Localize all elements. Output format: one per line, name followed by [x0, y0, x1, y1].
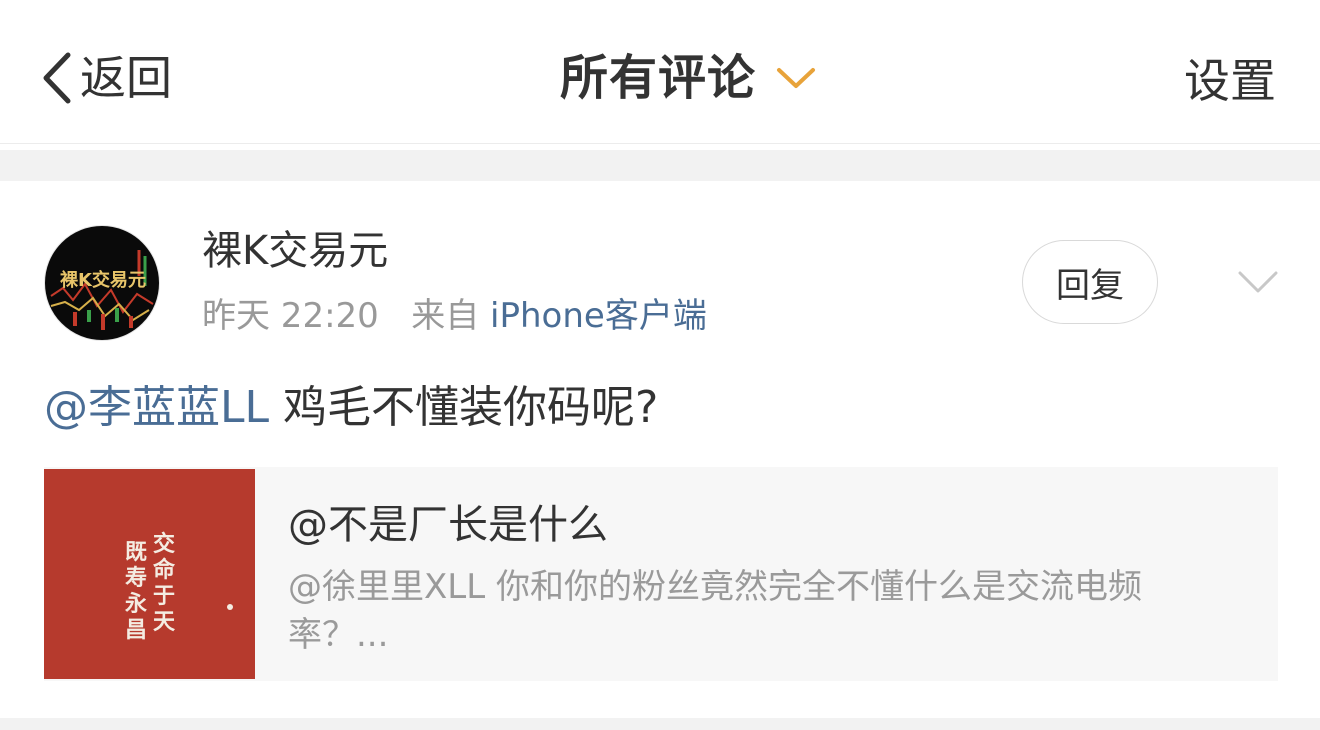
mention-link[interactable]: @李蓝蓝LL — [44, 382, 269, 433]
username[interactable]: 裸K交易元 — [202, 231, 388, 271]
timestamp: 昨天 22:20 — [202, 296, 379, 336]
section-divider — [0, 718, 1320, 730]
source-prefix: 来自 — [411, 296, 480, 336]
avatar[interactable]: 裸K交易元 — [44, 225, 160, 341]
avatar-logo-text: 裸K交易元 — [60, 270, 146, 291]
quoted-post-text: @徐里里XLL 你和你的粉丝竟然完全不懂什么是交流电频率？... — [288, 567, 1142, 655]
quoted-post-thumbnail: 交命于天 既寿永昌 — [44, 469, 255, 679]
back-button[interactable]: 返回 — [40, 48, 172, 108]
back-label: 返回 — [80, 51, 172, 105]
settings-button[interactable]: 设置 — [1184, 48, 1276, 108]
chevron-down-icon[interactable] — [1236, 267, 1280, 297]
comment-meta: 昨天 22:20 来自 iPhone客户端 — [202, 299, 707, 333]
comment-body: 鸡毛不懂装你码呢? — [269, 382, 659, 433]
seal-dot-icon — [227, 604, 233, 610]
page-title: 所有评论 — [560, 50, 757, 106]
comment-filter-dropdown[interactable]: 所有评论 — [560, 48, 816, 108]
reply-button[interactable]: 回复 — [1022, 240, 1158, 324]
comment-text: @李蓝蓝LL 鸡毛不懂装你码呢? — [44, 386, 658, 430]
quoted-post[interactable]: 交命于天 既寿永昌 @不是厂长是什么 @徐里里XLL 你和你的粉丝竟然完全不懂什… — [44, 467, 1278, 681]
thumbnail-calligraphy-2: 既寿永昌 — [124, 539, 147, 643]
thumbnail-calligraphy-1: 交命于天 — [152, 531, 175, 635]
quoted-post-author: @不是厂长是什么 — [288, 502, 608, 548]
chevron-left-icon — [43, 52, 71, 104]
comment-card: 裸K交易元 裸K交易元 昨天 22:20 来自 iPhone客户端 回复 @李蓝… — [0, 181, 1320, 718]
section-divider — [0, 150, 1320, 181]
top-nav-bar: 返回 所有评论 设置 — [0, 0, 1320, 144]
chevron-down-icon — [777, 68, 816, 88]
source-client[interactable]: iPhone客户端 — [490, 296, 707, 336]
